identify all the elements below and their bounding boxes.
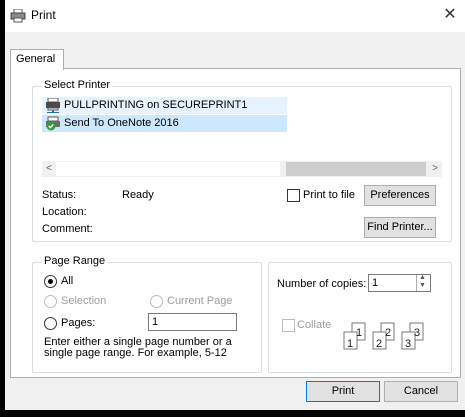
scroll-left-icon[interactable]: <	[42, 162, 56, 176]
status-value: Ready	[122, 189, 154, 201]
location-label: Location:	[42, 206, 87, 218]
print-button[interactable]: Print	[306, 381, 380, 402]
printer-icon	[10, 9, 26, 23]
all-pages-radio[interactable]	[44, 275, 57, 288]
collate-label: Collate	[297, 319, 332, 331]
tab-label: General	[16, 53, 56, 65]
scroll-right-icon[interactable]: >	[428, 162, 442, 176]
window-border-bottom	[0, 410, 465, 417]
copies-label: Number of copies:	[277, 278, 367, 290]
network-printer-icon	[46, 98, 60, 113]
pages-radio[interactable]	[44, 317, 57, 330]
scroll-thumb[interactable]	[286, 162, 426, 176]
window-title: Print	[31, 8, 56, 22]
comment-label: Comment:	[42, 223, 93, 235]
copies-spinner[interactable]: ▲ ▼	[416, 274, 429, 291]
collate-checkbox[interactable]	[282, 319, 295, 332]
printer-item-pullprinting[interactable]: PULLPRINTING on SECUREPRINT1	[42, 97, 287, 114]
all-pages-label: All	[61, 275, 74, 287]
page-range-label: Page Range	[42, 255, 108, 267]
preferences-button[interactable]: Preferences	[364, 185, 436, 206]
collate-page-3-front: 3	[405, 338, 411, 350]
printer-item-onenote[interactable]: Send To OneNote 2016	[42, 115, 287, 132]
print-to-file-checkbox[interactable]	[287, 189, 300, 202]
page-range-help: Enter either a single page number or a s…	[44, 336, 232, 359]
spin-down-icon[interactable]: ▼	[419, 282, 426, 289]
default-printer-icon	[46, 116, 60, 131]
pages-input[interactable]: 1	[148, 313, 237, 331]
select-printer-label: Select Printer	[42, 79, 113, 91]
selection-radio[interactable]	[44, 295, 57, 308]
collate-pages-icon: 1 1 2 2 3 3	[343, 322, 424, 350]
collate-page-2-back: 2	[385, 327, 391, 339]
selection-label: Selection	[61, 295, 107, 307]
collate-page-3-back: 3	[414, 327, 420, 339]
spin-up-icon[interactable]: ▲	[419, 274, 426, 281]
title-bar[interactable]	[5, 0, 465, 32]
current-page-label: Current Page	[167, 295, 233, 307]
print-to-file-label: Print to file	[303, 189, 355, 201]
current-page-radio[interactable]	[150, 295, 163, 308]
collate-page-2-front: 2	[376, 338, 382, 350]
tab-general[interactable]: General	[10, 49, 64, 70]
close-icon[interactable]: ✕	[440, 5, 460, 25]
printer-name: PULLPRINTING on SECUREPRINT1	[64, 99, 248, 111]
printer-name: Send To OneNote 2016	[64, 117, 179, 129]
collate-page-1-back: 1	[356, 327, 362, 339]
find-printer-button[interactable]: Find Printer...	[364, 217, 436, 238]
scroll-track-left[interactable]	[56, 162, 280, 176]
collate-page-1-front: 1	[347, 338, 353, 350]
status-label: Status:	[42, 189, 77, 201]
pages-label: Pages:	[61, 317, 96, 329]
cancel-button[interactable]: Cancel	[384, 381, 458, 402]
